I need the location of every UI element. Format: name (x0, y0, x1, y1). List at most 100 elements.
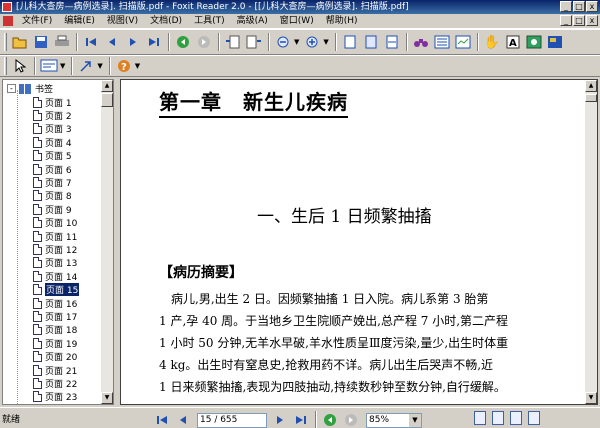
rotate-left-icon[interactable] (223, 32, 243, 52)
bookmark-item[interactable]: 页面 21 (33, 364, 78, 377)
sidebar-scrollbar[interactable]: ▲ ▼ (101, 80, 113, 404)
forward-icon[interactable] (341, 410, 361, 428)
bookmark-item[interactable]: 页面 13 (33, 257, 77, 269)
bookmark-label: 页面 21 (45, 366, 78, 377)
doc-minimize-button[interactable]: _ (560, 15, 572, 26)
scroll-up-button[interactable]: ▲ (585, 80, 597, 92)
bookmark-item[interactable]: 页面 7 (33, 176, 72, 189)
zoom-in-icon[interactable] (302, 32, 322, 52)
fit-width-icon[interactable] (382, 32, 402, 52)
page-icon (33, 109, 42, 121)
menu-window[interactable]: 窗口(W) (274, 14, 320, 28)
scroll-thumb[interactable] (585, 94, 597, 102)
bookmark-item[interactable]: 页面 22 (33, 377, 77, 390)
page-number-field[interactable]: 15 / 655 (197, 412, 267, 428)
menu-document[interactable]: 文档(D) (144, 14, 188, 28)
open-icon[interactable] (10, 32, 30, 52)
chevron-down-icon[interactable]: ▼ (409, 413, 421, 427)
document-scrollbar[interactable]: ▲ ▼ (585, 80, 597, 404)
bookmark-item[interactable]: 页面 18 (33, 324, 77, 336)
facing-view-icon[interactable] (510, 411, 522, 425)
next-page-icon[interactable] (270, 410, 290, 428)
last-page-icon[interactable] (291, 410, 311, 428)
doc-restore-button[interactable]: □ (573, 15, 585, 26)
toolbar-gripper[interactable] (4, 33, 7, 51)
continuous-view-icon[interactable] (492, 411, 504, 425)
text-select-icon[interactable]: A (503, 32, 523, 52)
scroll-down-button[interactable]: ▼ (101, 392, 113, 404)
pdf-page[interactable]: 第一章 新生儿疾病 一、生后 1 日频繁抽搐 【病历摘要】 病儿,男,出生 2 … (121, 80, 585, 404)
forward-icon[interactable] (194, 32, 214, 52)
menu-help[interactable]: 帮助(H) (320, 14, 364, 28)
bookmark-item[interactable]: 页面 14 (33, 270, 77, 283)
fit-page-icon[interactable] (361, 32, 381, 52)
bookmark-item[interactable]: 页面 15 (33, 283, 80, 297)
help-dropdown-icon[interactable]: ▼ (135, 62, 140, 70)
zoom-out-icon[interactable] (273, 32, 293, 52)
annotation-dropdown-icon[interactable]: ▼ (60, 62, 65, 70)
page-icon (33, 96, 42, 108)
save-icon[interactable] (31, 32, 51, 52)
help-icon[interactable]: ? (114, 56, 134, 76)
zoom-out-dropdown-icon[interactable]: ▼ (294, 38, 299, 46)
arrow-dropdown-icon[interactable]: ▼ (97, 62, 102, 70)
minimize-button[interactable]: _ (560, 1, 572, 12)
scroll-up-button[interactable]: ▲ (101, 80, 113, 92)
menu-view[interactable]: 视图(V) (101, 14, 144, 28)
prev-page-icon[interactable] (102, 32, 122, 52)
bookmark-item[interactable]: 页面 6 (33, 163, 72, 176)
document-view[interactable]: 第一章 新生儿疾病 一、生后 1 日频繁抽搐 【病历摘要】 病儿,男,出生 2 … (120, 79, 598, 405)
next-page-icon[interactable] (123, 32, 143, 52)
bookmark-item[interactable]: 页面 3 (33, 123, 72, 135)
bookmark-item[interactable]: 页面 16 (33, 297, 77, 310)
continuous-icon[interactable] (432, 32, 452, 52)
bookmark-item[interactable]: 页面 12 (33, 243, 77, 256)
bookmark-item[interactable]: 页面 8 (33, 190, 72, 202)
rotate-right-icon[interactable] (244, 32, 264, 52)
bookmark-item[interactable]: 页面 11 (33, 230, 77, 243)
maximize-button[interactable]: □ (573, 1, 585, 12)
bookmark-item[interactable]: 页面 1 (33, 96, 72, 109)
scroll-down-button[interactable]: ▼ (585, 392, 597, 404)
bookmark-item[interactable]: 页面 2 (33, 109, 72, 122)
bookmark-item[interactable]: 页面 17 (33, 310, 77, 323)
print-icon[interactable] (52, 32, 72, 52)
actual-size-icon[interactable] (340, 32, 360, 52)
snapshot-icon[interactable] (524, 32, 544, 52)
bookmark-item[interactable]: 页面 23 (33, 391, 77, 403)
select-tool-icon[interactable] (10, 56, 30, 76)
bookmark-item[interactable]: 页面 19 (33, 337, 77, 350)
zoom-in-dropdown-icon[interactable]: ▼ (323, 38, 328, 46)
annotation-icon[interactable] (39, 56, 59, 76)
continuous-facing-view-icon[interactable] (528, 411, 540, 425)
menu-tools[interactable]: 工具(T) (188, 14, 231, 28)
hand-tool-icon[interactable]: ✋ (482, 32, 502, 52)
first-page-icon[interactable] (152, 410, 172, 428)
toolbar-gripper[interactable] (4, 57, 7, 75)
menu-edit[interactable]: 编辑(E) (58, 14, 101, 28)
close-button[interactable]: x (586, 1, 598, 12)
menu-advanced[interactable]: 高级(A) (231, 14, 274, 28)
bookmark-item[interactable]: 页面 10 (33, 217, 77, 229)
bookmark-item[interactable]: 页面 5 (33, 150, 72, 162)
page-icon (33, 230, 42, 242)
scroll-thumb[interactable] (101, 93, 113, 107)
back-icon[interactable] (173, 32, 193, 52)
doc-close-button[interactable]: x (586, 15, 598, 26)
menu-file[interactable]: 文件(F) (16, 14, 58, 28)
arrow-tool-icon[interactable] (76, 56, 96, 76)
bookmark-item[interactable]: 页面 9 (33, 203, 72, 216)
collapse-icon[interactable]: - (7, 84, 16, 93)
binoculars-icon[interactable] (411, 32, 431, 52)
back-icon[interactable] (320, 410, 340, 428)
bookmarks-root[interactable]: - 书签 (7, 82, 53, 95)
single-page-view-icon[interactable] (474, 411, 486, 425)
bookmark-item[interactable]: 页面 4 (33, 136, 72, 149)
prev-page-icon[interactable] (173, 410, 193, 428)
bookmark-item[interactable]: 页面 20 (33, 351, 77, 363)
facing-icon[interactable] (453, 32, 473, 52)
first-page-icon[interactable] (81, 32, 101, 52)
typewriter-icon[interactable] (545, 32, 565, 52)
last-page-icon[interactable] (144, 32, 164, 52)
zoom-select[interactable]: 85% ▼ (366, 412, 422, 428)
